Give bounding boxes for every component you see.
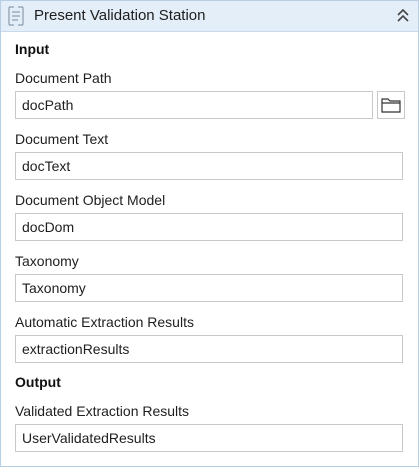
document-path-input[interactable] (15, 91, 373, 119)
double-chevron-up-icon[interactable] (394, 7, 412, 25)
taxonomy-input[interactable] (15, 274, 403, 302)
automatic-extraction-results-input[interactable] (15, 335, 403, 363)
document-text-input[interactable] (15, 152, 403, 180)
document-text-label: Document Text (15, 131, 109, 147)
activity-card: Present Validation Station Input Documen… (0, 0, 419, 467)
validated-extraction-results-input[interactable] (15, 424, 403, 452)
taxonomy-label: Taxonomy (15, 253, 79, 269)
document-object-model-label: Document Object Model (15, 192, 166, 208)
automatic-extraction-results-label: Automatic Extraction Results (15, 314, 194, 330)
browse-folder-button[interactable] (377, 91, 405, 119)
input-section-header: Input (15, 41, 50, 57)
activity-title: Present Validation Station (34, 7, 206, 24)
output-section-header: Output (15, 374, 61, 390)
validated-extraction-results-label: Validated Extraction Results (15, 403, 190, 419)
document-object-model-input[interactable] (15, 213, 403, 241)
folder-icon (381, 97, 401, 113)
activity-title-bar[interactable]: Present Validation Station (1, 1, 418, 32)
document-path-label: Document Path (15, 70, 112, 86)
activity-list-icon (7, 6, 25, 26)
